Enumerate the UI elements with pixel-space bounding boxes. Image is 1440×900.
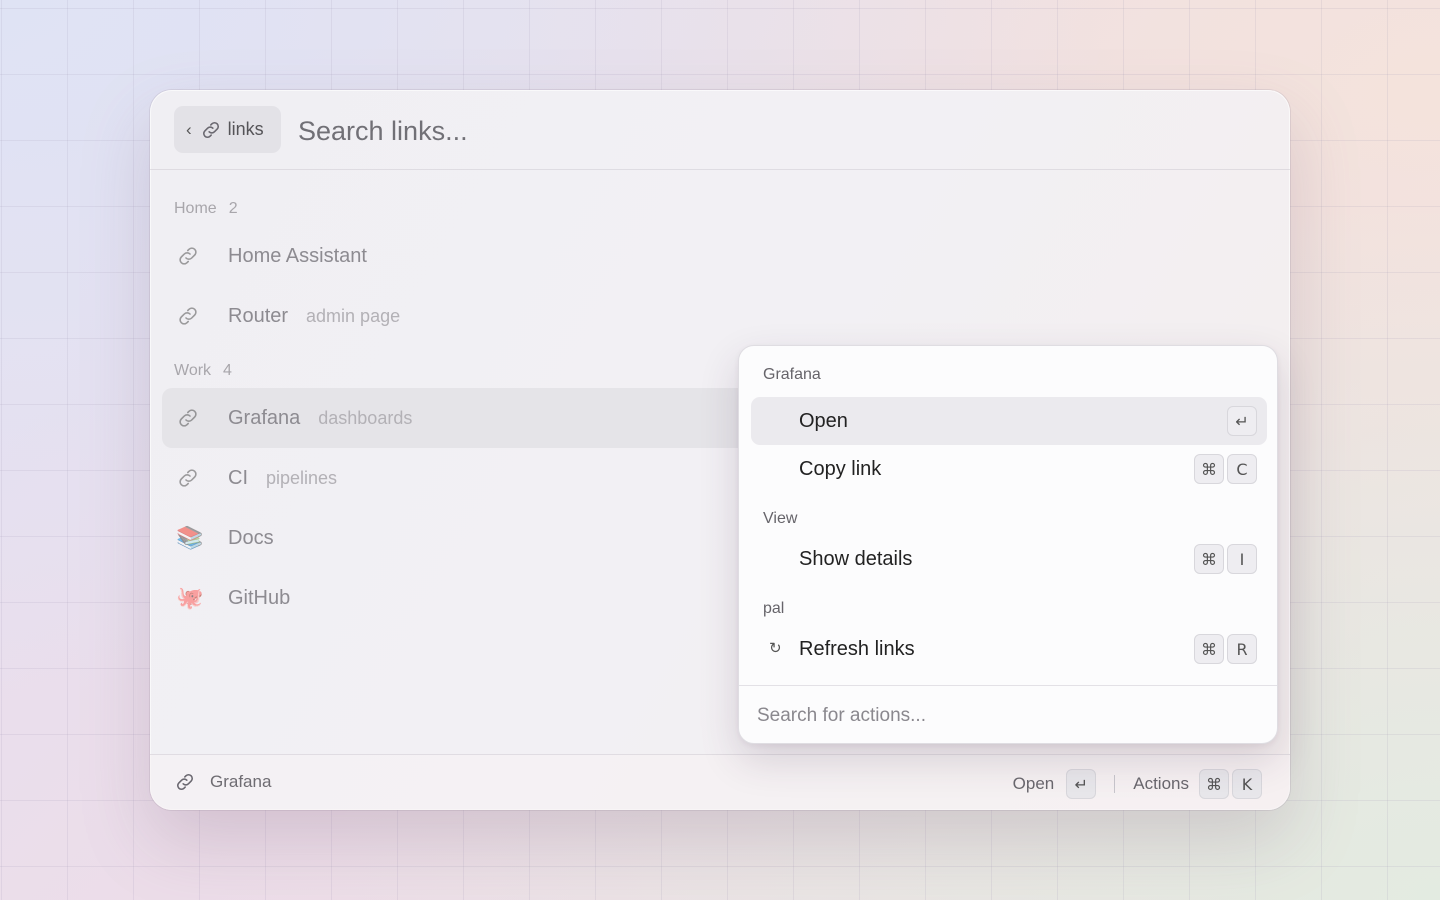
- list-item-home-assistant[interactable]: Home Assistant: [162, 226, 1278, 286]
- cmd-key: ⌘: [1194, 634, 1224, 664]
- action-copy-link[interactable]: Copy link ⌘ C: [751, 445, 1267, 493]
- shortcut: ⌘ I: [1194, 544, 1257, 574]
- enter-key: ↵: [1227, 406, 1257, 436]
- shortcut: ↵: [1227, 406, 1257, 436]
- item-title: GitHub: [228, 586, 291, 609]
- footer-actions: Open ↵ Actions ⌘ K: [1013, 769, 1262, 799]
- r-key: R: [1227, 634, 1257, 664]
- section-count: 2: [228, 200, 238, 217]
- link-icon: [174, 771, 196, 793]
- item-subtitle: pipelines: [266, 467, 338, 488]
- k-key: K: [1232, 769, 1262, 799]
- section-count: 4: [223, 362, 232, 379]
- action-label: Open: [799, 410, 848, 432]
- item-title: Home Assistant: [228, 244, 367, 267]
- c-key: C: [1227, 454, 1257, 484]
- item-title: Router: [228, 304, 289, 327]
- refresh-icon: ↻: [769, 639, 782, 657]
- action-label: Refresh links: [799, 638, 915, 660]
- breadcrumb-label: links: [227, 119, 264, 139]
- octopus-icon: 🐙: [176, 585, 204, 610]
- actions-panel: Grafana Open ↵ Copy link ⌘ C View Show d…: [738, 345, 1278, 744]
- books-icon: 📚: [176, 525, 204, 550]
- link-icon: [176, 304, 200, 328]
- shortcut: ⌘ C: [1194, 454, 1257, 484]
- actions-button[interactable]: Actions: [1133, 774, 1189, 794]
- section-header-home: Home 2: [174, 200, 238, 218]
- item-subtitle: admin page: [306, 305, 401, 326]
- section-title: Home: [174, 200, 217, 217]
- selected-item-title: Grafana: [210, 772, 272, 791]
- selected-item-indicator: Grafana: [174, 771, 271, 793]
- action-open[interactable]: Open ↵: [751, 397, 1267, 445]
- divider: [739, 685, 1277, 686]
- link-icon: [176, 406, 200, 430]
- panel-section-title: View: [763, 510, 798, 527]
- section-title: Work: [174, 362, 212, 379]
- action-label: Show details: [799, 548, 913, 570]
- item-title: CI: [228, 466, 248, 489]
- item-title: Docs: [228, 526, 274, 549]
- search-header: ‹ links: [150, 90, 1290, 170]
- list-item-router[interactable]: Router admin page: [162, 286, 1278, 346]
- action-search-input[interactable]: [757, 700, 1257, 732]
- back-breadcrumb[interactable]: ‹ links: [174, 106, 281, 153]
- link-icon: [200, 119, 222, 141]
- cmd-key: ⌘: [1199, 769, 1229, 799]
- search-input[interactable]: [298, 110, 1198, 152]
- action-label: Copy link: [799, 458, 882, 480]
- panel-section-title: Grafana: [763, 366, 821, 383]
- item-subtitle: dashboards: [318, 407, 413, 428]
- action-bar: Grafana Open ↵ Actions ⌘ K: [150, 754, 1290, 810]
- open-action-button[interactable]: Open: [1013, 774, 1055, 794]
- enter-key: ↵: [1066, 769, 1097, 799]
- item-title: Grafana: [228, 406, 301, 429]
- link-icon: [176, 466, 200, 490]
- cmd-key: ⌘: [1194, 454, 1224, 484]
- chevron-left-icon: ‹: [186, 119, 192, 139]
- section-header-work: Work 4: [174, 362, 232, 380]
- shortcut: ⌘ R: [1194, 634, 1257, 664]
- link-icon: [176, 244, 200, 268]
- divider: [1114, 775, 1116, 793]
- cmd-key: ⌘: [1194, 544, 1224, 574]
- panel-section-title: pal: [763, 600, 785, 617]
- action-refresh-links[interactable]: ↻ Refresh links ⌘ R: [751, 625, 1267, 673]
- action-show-details[interactable]: Show details ⌘ I: [751, 535, 1267, 583]
- i-key: I: [1227, 544, 1257, 574]
